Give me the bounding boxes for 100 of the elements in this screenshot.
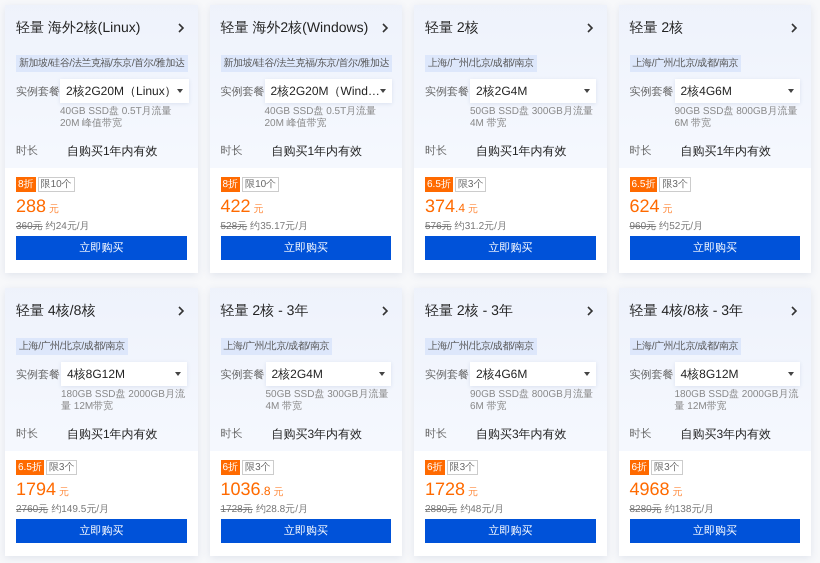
plan-select[interactable]: 2核2G20M（Linux）: [60, 79, 189, 103]
duration-label: 时长: [630, 426, 652, 442]
duration-label: 时长: [16, 144, 39, 159]
caret-icon: [584, 89, 590, 93]
limit-badge: 限10个: [242, 177, 280, 192]
plan-select[interactable]: 4核8G12M: [674, 362, 800, 386]
limit-badge: 限3个: [659, 177, 691, 192]
plan-select[interactable]: 2核2G4M: [266, 362, 391, 386]
plan-select[interactable]: 2核4G6M: [470, 362, 596, 386]
region-tag: 新加坡/硅谷/法兰克福/东京/首尔/雅加达: [220, 55, 392, 72]
discount-badge: 8折: [16, 177, 36, 192]
plan-spec: 90GB SSD盘 800GB月流量 6M 带宽: [674, 106, 798, 130]
region-tag: 上海/广州/北京/成都/南京: [425, 55, 537, 72]
duration-label: 时长: [425, 144, 448, 159]
duration-label: 时长: [425, 426, 448, 442]
chevron-right-icon[interactable]: [791, 22, 798, 32]
buy-button[interactable]: 立即购买: [425, 519, 596, 543]
original-price: 960元: [630, 220, 656, 234]
card-title: 轻量 海外2核(Linux): [16, 18, 140, 37]
chevron-right-icon[interactable]: [586, 22, 594, 32]
monthly-price: 约28.8元/月: [256, 503, 308, 517]
discount-badge: 6折: [630, 460, 650, 475]
monthly-price: 约149.5元/月: [51, 503, 110, 517]
original-price: 576元: [425, 220, 452, 234]
original-price: 2880元: [425, 503, 458, 517]
chevron-right-icon[interactable]: [791, 306, 798, 316]
duration-label: 时长: [220, 144, 244, 159]
region-tag: 上海/广州/北京/成都/南京: [630, 55, 742, 72]
duration-value: 自购买3年内有效: [476, 426, 567, 443]
discount-badge: 6.5折: [425, 177, 453, 192]
plan-select[interactable]: 2核2G20M（Wind…: [264, 79, 392, 103]
chevron-right-icon[interactable]: [382, 22, 389, 32]
plan-label: 实例套餐: [220, 368, 266, 383]
limit-badge: 限3个: [454, 177, 486, 192]
plan-label: 实例套餐: [220, 84, 264, 100]
plan-spec: 180GB SSD盘 2000GB月流量 12M带宽: [61, 389, 186, 413]
monthly-price: 约31.2元/月: [454, 220, 507, 234]
plan-spec: 40GB SSD盘 0.5T月流量 20M 峰值带宽: [264, 106, 378, 130]
card-title: 轻量 2核 - 3年: [425, 301, 513, 320]
chevron-right-icon[interactable]: [178, 306, 184, 316]
plan-select[interactable]: 4核8G12M: [61, 362, 186, 386]
plan-spec: 40GB SSD盘 0.5T月流量 20M 峰值带宽: [60, 106, 173, 130]
card-title: 轻量 2核 - 3年: [220, 301, 308, 320]
card-title: 轻量 海外2核(Windows): [220, 18, 368, 37]
price: 288 元: [16, 196, 60, 218]
card-title: 轻量 4核/8核 - 3年: [630, 301, 744, 320]
duration-label: 时长: [220, 426, 244, 442]
discount-badge: 6折: [425, 460, 445, 475]
buy-button[interactable]: 立即购买: [16, 519, 186, 543]
duration-value: 自购买3年内有效: [680, 426, 772, 443]
duration-value: 自购买1年内有效: [272, 143, 362, 160]
duration-value: 自购买3年内有效: [272, 426, 362, 443]
price: 4968 元: [630, 479, 684, 501]
buy-button[interactable]: 立即购买: [425, 236, 596, 260]
card-title: 轻量 4核/8核: [16, 301, 96, 320]
plan-spec: 50GB SSD盘 300GB月流量 4M 带宽: [266, 389, 390, 413]
monthly-price: 约48元/月: [460, 503, 504, 517]
caret-icon: [380, 89, 386, 93]
discount-badge: 6折: [220, 460, 240, 475]
caret-icon: [788, 372, 794, 376]
caret-icon: [584, 372, 590, 376]
duration-value: 自购买1年内有效: [680, 143, 772, 160]
caret-icon: [176, 89, 183, 93]
duration-value: 自购买1年内有效: [67, 426, 158, 443]
duration-value: 自购买1年内有效: [67, 143, 158, 160]
buy-button[interactable]: 立即购买: [220, 236, 391, 260]
price: 624 元: [630, 196, 674, 218]
region-tag: 上海/广州/北京/成都/南京: [16, 338, 128, 355]
plan-label: 实例套餐: [425, 84, 470, 100]
caret-icon: [788, 89, 794, 93]
buy-button[interactable]: 立即购买: [630, 236, 800, 260]
price: 1728 元: [425, 479, 480, 501]
plan-label: 实例套餐: [630, 84, 674, 100]
monthly-price: 约35.17元/月: [250, 220, 308, 234]
original-price: 1728元: [220, 503, 253, 517]
limit-badge: 限3个: [46, 460, 78, 475]
chevron-right-icon[interactable]: [382, 306, 389, 316]
buy-button[interactable]: 立即购买: [16, 236, 186, 260]
limit-badge: 限3个: [446, 460, 478, 475]
monthly-price: 约24元/月: [46, 220, 90, 234]
plan-label: 实例套餐: [630, 368, 674, 383]
region-tag: 上海/广州/北京/成都/南京: [425, 338, 537, 355]
plan-spec: 50GB SSD盘 300GB月流量 4M 带宽: [470, 106, 594, 130]
discount-badge: 6.5折: [630, 177, 658, 192]
plan-select[interactable]: 2核4G6M: [674, 79, 800, 103]
plan-spec: 180GB SSD盘 2000GB月流量 12M带宽: [674, 389, 800, 413]
discount-badge: 8折: [220, 177, 240, 192]
price: 1794 元: [16, 479, 70, 501]
buy-button[interactable]: 立即购买: [630, 519, 800, 543]
plan-spec: 90GB SSD盘 800GB月流量 6M 带宽: [470, 389, 594, 413]
monthly-price: 约138元/月: [664, 503, 714, 517]
chevron-right-icon[interactable]: [586, 306, 594, 316]
original-price: 2760元: [16, 503, 48, 517]
original-price: 8280元: [630, 503, 662, 517]
region-tag: 上海/广州/北京/成都/南京: [630, 338, 742, 355]
plan-select[interactable]: 2核2G4M: [470, 79, 596, 103]
price: 422 元: [220, 196, 265, 218]
price: 1036.8 元: [220, 479, 285, 501]
chevron-right-icon[interactable]: [178, 22, 184, 32]
buy-button[interactable]: 立即购买: [220, 519, 391, 543]
